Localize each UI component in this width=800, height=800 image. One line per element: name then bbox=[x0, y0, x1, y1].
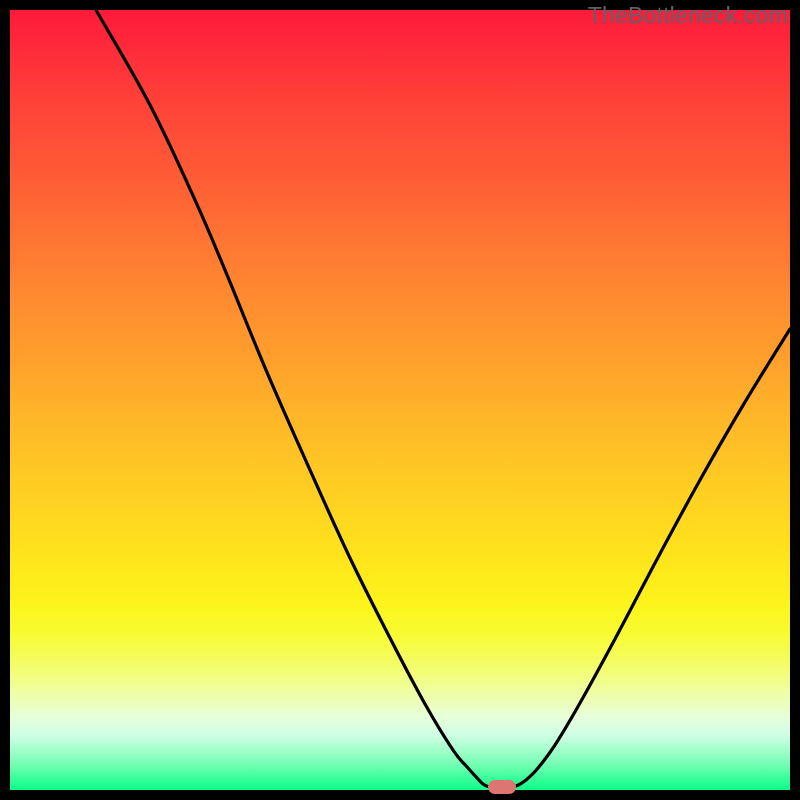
series-curve bbox=[10, 10, 790, 790]
data-marker bbox=[488, 780, 516, 794]
watermark-text: TheBottleneck.com bbox=[588, 2, 788, 29]
plot-area bbox=[10, 10, 790, 790]
